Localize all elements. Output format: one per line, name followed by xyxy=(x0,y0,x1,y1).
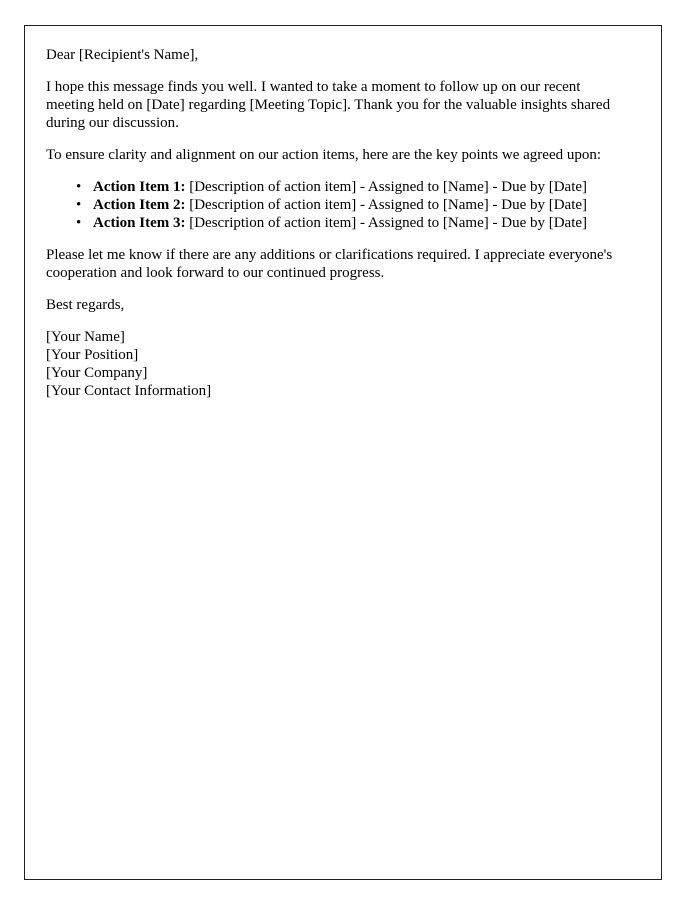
action-items-intro-paragraph: To ensure clarity and alignment on our a… xyxy=(46,147,602,163)
signature-position: [Your Position] xyxy=(46,347,139,363)
salutation-line: Dear [Recipient's Name], xyxy=(46,47,199,63)
document-page: Dear [Recipient's Name], I hope this mes… xyxy=(24,25,662,880)
action-item-label: Action Item 3: xyxy=(93,215,186,231)
list-item: Action Item 2: [Description of action it… xyxy=(76,196,622,214)
intro-paragraph: I hope this message finds you well. I wa… xyxy=(46,79,611,131)
action-item-text: [Description of action item] - Assigned … xyxy=(185,179,588,195)
action-item-label: Action Item 1: xyxy=(93,179,186,195)
letter-body: Dear [Recipient's Name], I hope this mes… xyxy=(46,46,622,400)
signature-company: [Your Company] xyxy=(46,365,148,381)
action-item-text: [Description of action item] - Assigned … xyxy=(185,197,588,213)
action-item-text: [Description of action item] - Assigned … xyxy=(185,215,588,231)
closing-salutation: Best regards, xyxy=(46,297,125,313)
action-items-list: Action Item 1: [Description of action it… xyxy=(46,178,622,232)
signature-block: [Your Name] [Your Position] [Your Compan… xyxy=(46,328,622,400)
signature-contact: [Your Contact Information] xyxy=(46,383,212,399)
signature-name: [Your Name] xyxy=(46,329,125,345)
closing-paragraph: Please let me know if there are any addi… xyxy=(46,247,613,281)
action-item-label: Action Item 2: xyxy=(93,197,186,213)
list-item: Action Item 1: [Description of action it… xyxy=(76,178,622,196)
list-item: Action Item 3: [Description of action it… xyxy=(76,214,622,232)
